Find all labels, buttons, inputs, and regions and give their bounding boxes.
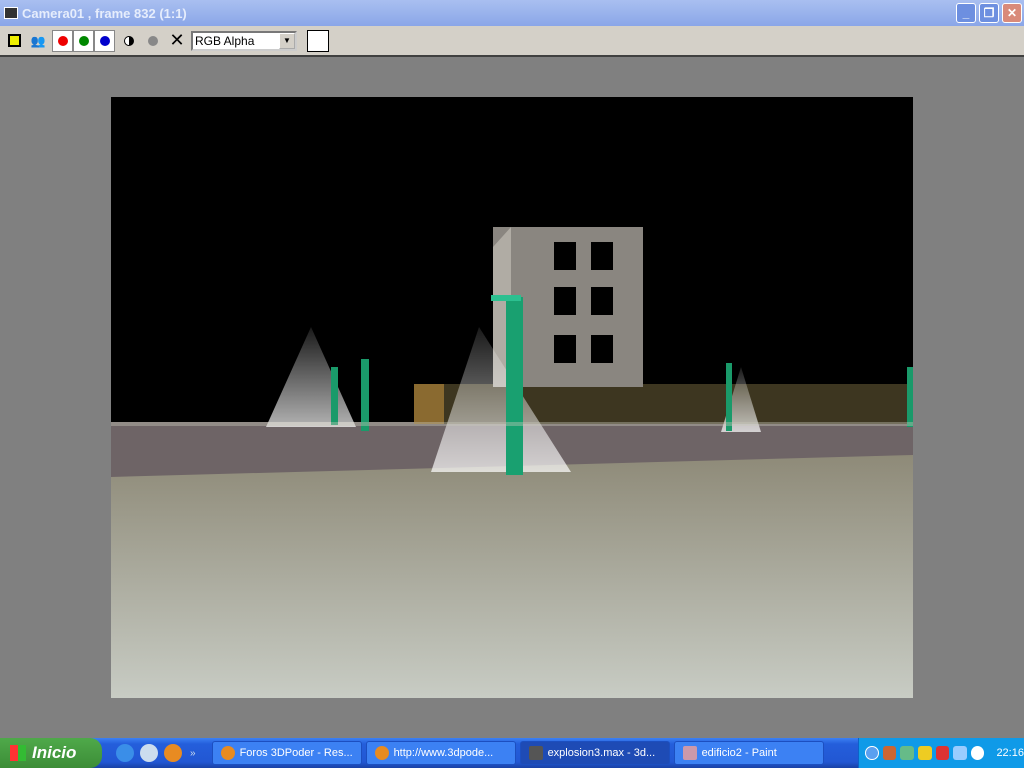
rendered-frame (111, 97, 913, 698)
task-button[interactable]: Foros 3DPoder - Res... (211, 741, 362, 765)
3dsmax-icon (528, 746, 543, 760)
clone-icon: 👥 (30, 33, 46, 48)
window-title: Camera01 , frame 832 (1:1) (22, 5, 187, 21)
shield-icon[interactable] (917, 746, 932, 760)
task-label: Foros 3DPoder - Res... (239, 747, 353, 759)
monochrome-icon (124, 35, 134, 46)
network-icon[interactable] (900, 746, 914, 760)
chevron-left-icon[interactable] (865, 746, 879, 760)
paint-icon (682, 746, 697, 760)
start-button[interactable]: Inicio (0, 738, 102, 768)
task-button[interactable]: explosion3.max - 3d... (519, 741, 670, 765)
title-bar: Camera01 , frame 832 (1:1) _ ❐ ✕ (0, 0, 1024, 26)
firefox-icon[interactable] (164, 744, 182, 762)
alpha-dot-icon (148, 35, 158, 46)
channel-value: RGB Alpha (195, 33, 255, 48)
taskbar: Inicio » Foros 3DPoder - Res... http://w… (0, 738, 1024, 768)
tray-app-icon[interactable] (882, 746, 897, 760)
firefox-icon (220, 746, 235, 760)
task-label: edificio2 - Paint (701, 747, 777, 759)
channel-select[interactable]: RGB Alpha ▼ (191, 30, 297, 51)
task-button[interactable]: edificio2 - Paint (673, 741, 824, 765)
mono-toggle[interactable] (119, 30, 139, 52)
clone-button[interactable]: 👥 (28, 30, 48, 52)
render-image (111, 227, 913, 698)
restore-button[interactable]: ❐ (979, 3, 999, 23)
green-channel-toggle[interactable] (73, 29, 94, 52)
ie-icon[interactable] (116, 744, 134, 762)
blue-channel-toggle[interactable] (94, 29, 115, 52)
alpha-toggle[interactable] (143, 30, 163, 52)
clear-button[interactable]: ✕ (167, 30, 187, 52)
chevron-down-icon: ▼ (279, 32, 295, 49)
windows-logo-icon (10, 745, 26, 761)
tray-app-icon[interactable] (935, 746, 950, 760)
blue-dot-icon (99, 35, 110, 46)
green-dot-icon (78, 35, 89, 46)
save-icon (7, 34, 21, 47)
task-button[interactable]: http://www.3dpode... (365, 741, 516, 765)
task-label: http://www.3dpode... (393, 747, 494, 759)
red-dot-icon (57, 35, 68, 46)
quicklaunch-more[interactable]: » (190, 748, 196, 759)
task-label: explosion3.max - 3d... (547, 747, 656, 759)
clock[interactable]: 22:16 (996, 747, 1024, 759)
panda-icon[interactable] (970, 746, 985, 760)
color-swatch[interactable] (307, 29, 329, 52)
start-label: Inicio (32, 743, 77, 762)
save-button[interactable] (4, 30, 24, 52)
outlook-icon[interactable] (140, 744, 158, 762)
system-tray: 22:16 (858, 738, 1024, 768)
red-channel-toggle[interactable] (52, 29, 73, 52)
star-icon[interactable] (953, 746, 967, 760)
app-icon (4, 7, 18, 19)
toolbar: 👥 ✕ RGB Alpha ▼ (0, 26, 1024, 57)
firefox-icon (374, 746, 389, 760)
close-button[interactable]: ✕ (1002, 3, 1022, 23)
minimize-button[interactable]: _ (956, 3, 976, 23)
